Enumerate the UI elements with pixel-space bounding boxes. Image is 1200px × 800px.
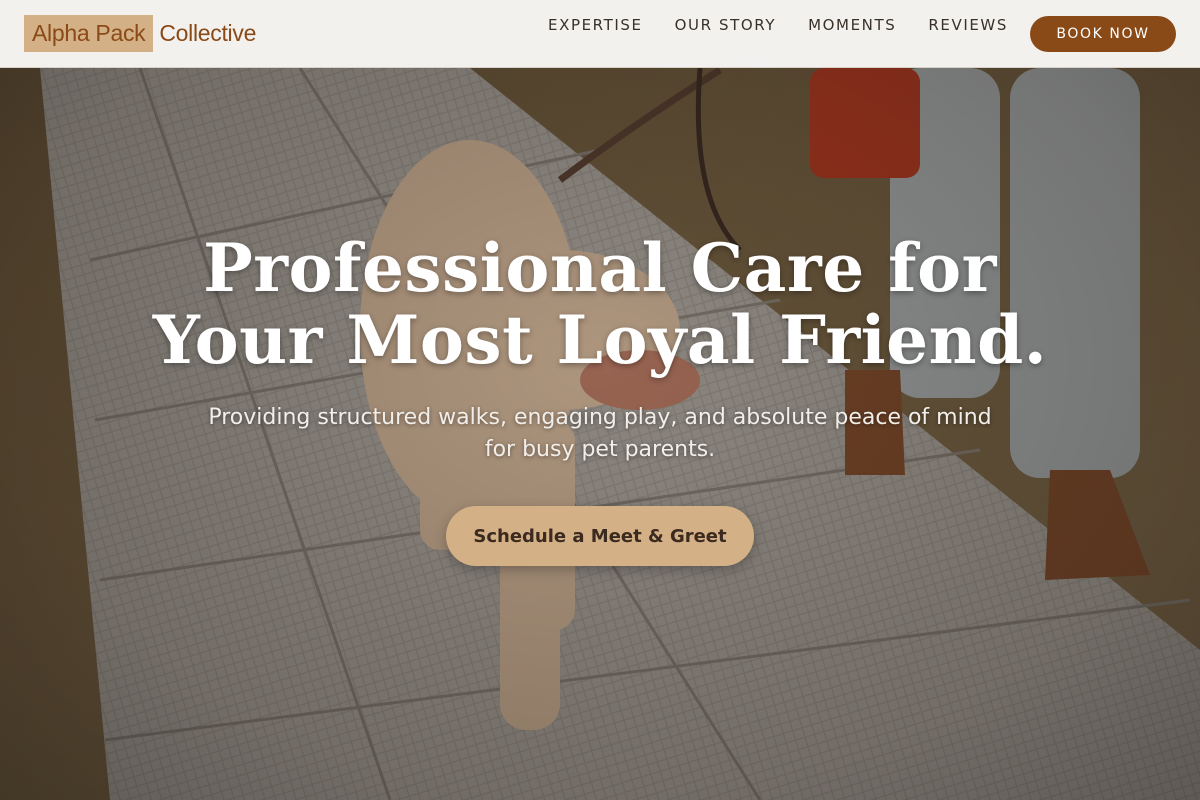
- navbar: Alpha Pack Collective EXPERTISE OUR STOR…: [0, 0, 1200, 68]
- nav-link-reviews[interactable]: REVIEWS: [928, 16, 1008, 34]
- brand-logo[interactable]: Alpha Pack Collective: [24, 15, 256, 52]
- logo-text: Collective: [159, 20, 257, 46]
- schedule-meet-greet-button[interactable]: Schedule a Meet & Greet: [446, 506, 754, 566]
- main-nav: EXPERTISE OUR STORY MOMENTS REVIEWS: [548, 16, 1040, 34]
- hero-section: [0, 0, 1200, 800]
- hero-headline-line-1: Professional Care for: [203, 229, 997, 307]
- hero-subheadline-line-2: for busy pet parents.: [484, 437, 716, 462]
- hero-subheadline: Providing structured walks, engaging pla…: [160, 402, 1040, 466]
- nav-link-moments[interactable]: MOMENTS: [808, 16, 896, 34]
- nav-link-our-story[interactable]: OUR STORY: [675, 16, 777, 34]
- nav-link-expertise[interactable]: EXPERTISE: [548, 16, 643, 34]
- hero-subheadline-line-1: Providing structured walks, engaging pla…: [208, 405, 992, 430]
- hero-overlay: [0, 0, 1200, 800]
- book-now-button[interactable]: BOOK NOW: [1030, 16, 1176, 52]
- logo-highlight: Alpha Pack: [24, 15, 154, 52]
- hero-headline: Professional Care for Your Most Loyal Fr…: [100, 232, 1100, 376]
- hero-headline-line-2: Your Most Loyal Friend.: [152, 301, 1048, 379]
